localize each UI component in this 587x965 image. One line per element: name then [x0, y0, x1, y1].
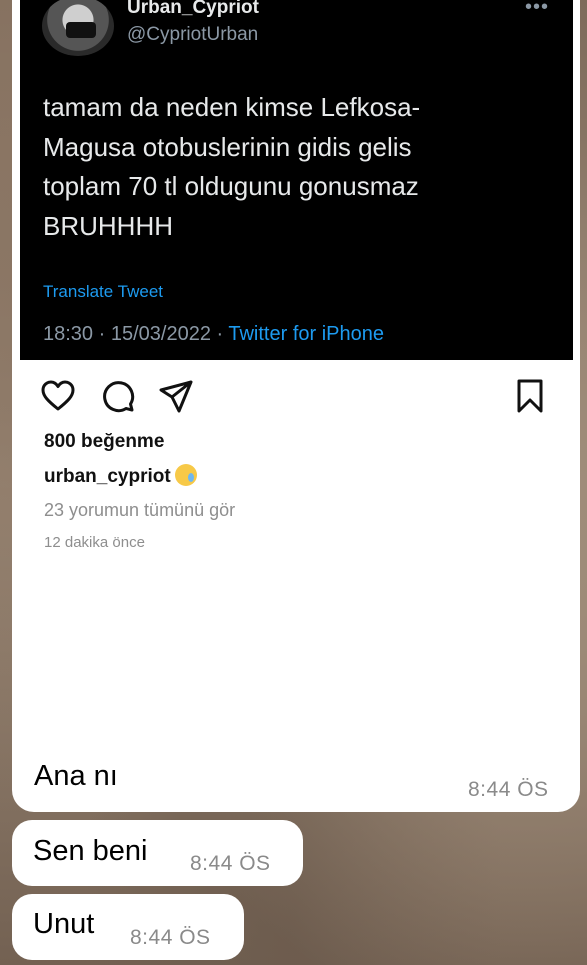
caption-username[interactable]: urban_cypriot — [44, 466, 171, 487]
view-all-comments-link[interactable]: 23 yorumun tümünü gör — [44, 500, 235, 521]
translate-tweet-link: Translate Tweet — [43, 282, 164, 301]
post-caption: urban_cypriot — [44, 464, 197, 488]
tweet-text-line: Magusa otobuslerinin gidis gelis — [43, 131, 412, 162]
tweet-text-line: tamam da neden kimse Lefkosa- — [43, 92, 421, 122]
tweet-meta: 18:30 · 15/03/2022 · Twitter for iPhone — [43, 323, 384, 345]
heart-icon[interactable] — [40, 378, 76, 414]
message-time: 8:44 ÖS — [130, 926, 211, 949]
message-text: Unut — [33, 908, 95, 940]
message-text: Ana nı — [34, 760, 118, 792]
tweet-source: Twitter for iPhone — [228, 323, 384, 345]
tweet-time: 18:30 — [43, 323, 94, 345]
tweet-display-name: Urban_Cypriot — [127, 0, 259, 18]
share-icon[interactable] — [158, 378, 194, 414]
tweet-date: 15/03/2022 — [110, 323, 211, 345]
message-text: Sen beni — [33, 835, 148, 867]
bookmark-icon[interactable] — [512, 378, 548, 414]
comment-icon[interactable] — [100, 378, 136, 414]
message-time: 8:44 ÖS — [190, 852, 271, 875]
tweet-handle: @CypriotUrban — [127, 24, 259, 45]
tweet-text: tamam da neden kimse Lefkosa- Magusa oto… — [43, 88, 543, 246]
avatar — [42, 0, 114, 56]
likes-count[interactable]: 800 beğenme — [44, 431, 164, 453]
more-horizontal-icon: ••• — [525, 0, 550, 18]
tweet-text-line: toplam 70 tl oldugunu gonusmaz — [43, 171, 419, 201]
tweet-text-line: BRUHHHH — [43, 210, 173, 241]
sad-sweat-emoji — [174, 464, 197, 486]
tweet-screenshot-card: Urban_Cypriot @CypriotUrban ••• tamam da… — [20, 0, 573, 360]
message-time: 8:44 ÖS — [468, 778, 549, 801]
post-time-ago: 12 dakika önce — [44, 534, 145, 551]
